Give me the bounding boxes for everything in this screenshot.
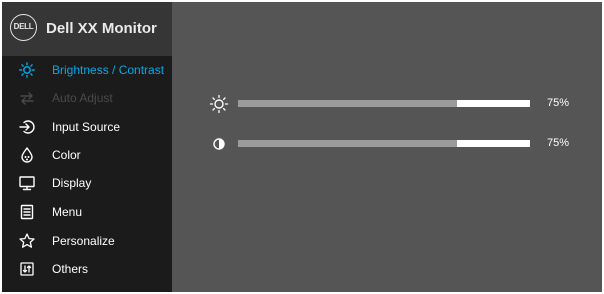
brightness-slider-fill (238, 100, 457, 107)
contrast-value: 75% (547, 137, 570, 149)
brightness-icon (18, 62, 36, 78)
brightness-row: 75% (2, 94, 602, 114)
sidebar-item-display[interactable]: Display (2, 169, 172, 197)
sidebar-item-menu[interactable]: Menu (2, 198, 172, 226)
sidebar-item-label: Brightness / Contrast (52, 63, 165, 77)
contrast-slider-fill (238, 140, 457, 147)
sidebar-item-brightness-contrast[interactable]: Brightness / Contrast (2, 56, 172, 84)
monitor-osd: DELL Dell XX Monitor Brightness / Contra… (2, 2, 602, 292)
sidebar-item-label: Input Source (52, 120, 121, 134)
input-source-icon (18, 119, 36, 135)
sidebar-item-label: Display (52, 176, 92, 190)
display-icon (18, 175, 36, 191)
sidebar-item-personalize[interactable]: Personalize (2, 227, 172, 255)
osd-header: DELL Dell XX Monitor (2, 2, 172, 56)
sidebar-item-label: Personalize (52, 234, 115, 248)
star-icon (18, 233, 36, 249)
brightness-slider[interactable] (238, 100, 530, 107)
contrast-slider[interactable] (238, 140, 530, 147)
dell-logo: DELL (10, 14, 37, 41)
sidebar-item-label: Menu (52, 205, 83, 219)
brightness-value: 75% (547, 97, 570, 109)
others-icon (18, 261, 36, 277)
contrast-icon (208, 134, 230, 154)
sidebar-item-others[interactable]: Others (2, 255, 172, 283)
monitor-title: Dell XX Monitor (46, 20, 157, 37)
menu-icon (18, 204, 36, 220)
sidebar-item-label: Others (52, 262, 89, 276)
contrast-row: 75% (2, 136, 602, 152)
sun-icon (208, 94, 230, 114)
